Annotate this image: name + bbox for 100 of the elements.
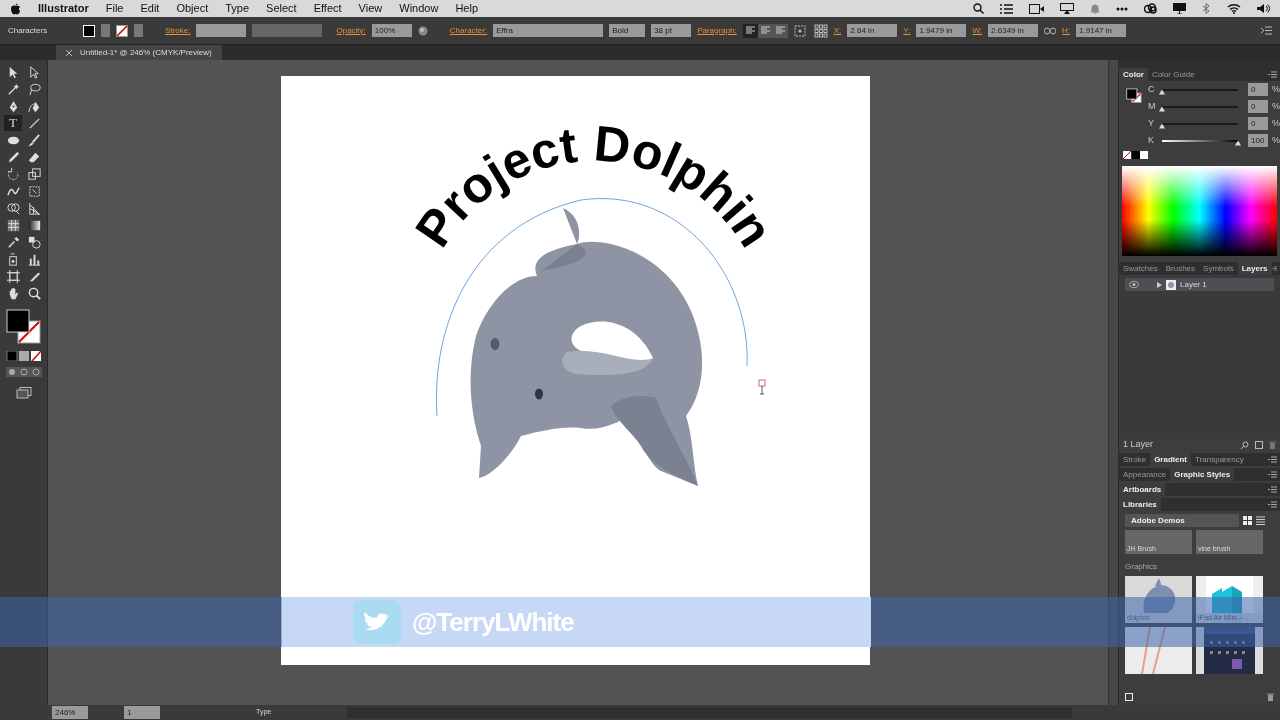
coordinate-field[interactable]: 1.9479 in — [916, 24, 967, 37]
character-label[interactable]: Character: — [449, 24, 488, 37]
color-value-field[interactable]: 100 — [1248, 134, 1268, 147]
coordinate-field[interactable]: 1.9147 in — [1076, 24, 1127, 37]
coordinate-label[interactable]: X: — [833, 24, 842, 37]
panel-tab[interactable]: Brushes — [1161, 262, 1200, 275]
panel-menu-icon[interactable] — [1271, 265, 1277, 272]
library-dropdown[interactable]: Adobe Demos — [1125, 514, 1239, 527]
bluetooth-icon[interactable] — [1202, 3, 1211, 14]
color-value-field[interactable]: 0 — [1248, 100, 1268, 113]
draw-modes-icon[interactable] — [5, 367, 42, 377]
zoom-field[interactable]: 246% — [52, 706, 88, 719]
type-tool-button[interactable]: T — [4, 115, 22, 131]
opacity-field[interactable]: 100% — [371, 24, 412, 37]
search-icon[interactable] — [1241, 441, 1249, 449]
link-proportions-icon[interactable] — [1044, 26, 1057, 35]
panel-tab[interactable]: Transparency — [1191, 453, 1248, 466]
menu-item[interactable]: Select — [266, 0, 297, 17]
close-icon[interactable] — [66, 49, 72, 56]
search-icon[interactable] — [973, 3, 984, 14]
apple-logo-icon[interactable] — [10, 2, 21, 15]
panel-menu-icon[interactable] — [1261, 26, 1272, 35]
color-value-field[interactable]: 0 — [1248, 83, 1268, 96]
scale-tool-button[interactable] — [25, 166, 43, 182]
layer-row[interactable]: Layer 1 — [1125, 278, 1274, 291]
stroke-none-swatch-icon[interactable] — [116, 24, 129, 37]
panel-tab[interactable]: Gradient — [1150, 453, 1192, 466]
fill-stroke-swatches-icon[interactable] — [5, 309, 42, 345]
panel-tab[interactable]: Color — [1119, 68, 1148, 81]
eye-icon[interactable] — [1129, 281, 1139, 288]
menu-item[interactable]: Effect — [313, 0, 342, 17]
fill-swatch-icon[interactable] — [83, 24, 96, 37]
swatch-presets-icon[interactable] — [1123, 151, 1149, 160]
panel-tab[interactable]: Color Guide — [1147, 68, 1199, 81]
fill-dropdown[interactable] — [101, 24, 111, 37]
color-value-field[interactable]: 0 — [1248, 117, 1268, 130]
menu-item[interactable]: Type — [225, 0, 250, 17]
panel-tab[interactable]: Layers — [1237, 262, 1272, 275]
grid-view-icon[interactable] — [1243, 516, 1252, 525]
menu-item[interactable]: Window — [399, 0, 439, 17]
coordinate-label[interactable]: H: — [1062, 24, 1071, 37]
paragraph-label[interactable]: Paragraph: — [697, 24, 737, 37]
color-mode-buttons-icon[interactable] — [5, 351, 42, 361]
stroke-label[interactable]: Stroke: — [165, 24, 191, 37]
panel-tab[interactable]: Symbols — [1199, 262, 1238, 275]
align-button[interactable] — [742, 23, 758, 38]
font-size-field[interactable]: 38 pt — [651, 24, 692, 37]
coordinate-field[interactable]: 2.6349 in — [988, 24, 1039, 37]
panel-menu-icon[interactable] — [1268, 71, 1277, 78]
font-style-field[interactable]: Bold — [609, 24, 646, 37]
font-family-field[interactable]: Effra — [493, 24, 604, 37]
menu-item[interactable]: File — [105, 0, 124, 17]
panel-tab[interactable]: Libraries — [1119, 498, 1161, 511]
reference-point-grid-icon[interactable] — [813, 23, 828, 38]
slider-thumb[interactable] — [1159, 106, 1165, 112]
menu-item[interactable]: Object — [176, 0, 209, 17]
slider-thumb[interactable] — [1235, 140, 1241, 146]
airplay-icon[interactable] — [1060, 3, 1074, 14]
square-icon[interactable] — [1125, 693, 1133, 701]
panel-menu-icon[interactable] — [1268, 501, 1277, 508]
list-view-icon[interactable] — [1256, 516, 1265, 525]
transform-reference-icon[interactable] — [793, 24, 808, 37]
panel-tab[interactable]: Appearance — [1119, 468, 1171, 481]
menu-item[interactable]: Edit — [140, 0, 160, 17]
shape-builder-tool-button[interactable] — [4, 200, 22, 216]
coordinate-field[interactable]: 2.64 in — [847, 24, 898, 37]
opacity-label[interactable]: Opacity: — [336, 24, 366, 37]
page-field[interactable]: 1 — [124, 706, 160, 719]
expand-triangle-icon[interactable] — [1157, 281, 1162, 288]
wifi-icon[interactable] — [1227, 3, 1241, 14]
color-spectrum[interactable] — [1122, 166, 1277, 256]
app-menu[interactable]: Illustrator — [38, 0, 89, 17]
list-icon[interactable] — [1000, 3, 1013, 14]
panel-tab[interactable]: Artboards — [1119, 483, 1166, 496]
layer-thumbnail-icon[interactable] — [1166, 279, 1176, 290]
screen-mode-icon[interactable] — [15, 387, 32, 399]
video-camera-icon[interactable] — [1029, 3, 1044, 14]
slider-thumb[interactable] — [1159, 89, 1165, 95]
stroke-dropdown[interactable] — [134, 24, 144, 37]
new-layer-icon[interactable] — [1255, 441, 1263, 449]
panel-menu-icon[interactable] — [1268, 456, 1277, 463]
slider-thumb[interactable] — [1159, 123, 1165, 129]
recolor-globe-icon[interactable] — [417, 25, 428, 36]
panel-tab[interactable]: Stroke — [1119, 453, 1151, 466]
monitor-icon[interactable] — [1173, 3, 1186, 14]
panel-menu-icon[interactable] — [1268, 486, 1277, 493]
artboard-tool-button[interactable] — [4, 268, 22, 284]
document-tab[interactable]: Untitled-1* @ 246% (CMYK/Preview) — [56, 45, 222, 60]
coordinate-label[interactable]: W: — [972, 24, 983, 37]
stroke-weight-field[interactable] — [196, 24, 247, 37]
menu-item[interactable]: View — [358, 0, 383, 17]
more-dots-icon[interactable] — [1116, 6, 1128, 11]
coordinate-label[interactable]: Y: — [903, 24, 911, 37]
graphic-thumbnail[interactable] — [1125, 627, 1192, 674]
vertical-scrollbar[interactable] — [1108, 60, 1118, 705]
cloud-rings-icon[interactable] — [1144, 3, 1157, 14]
panel-menu-icon[interactable] — [1268, 471, 1277, 478]
trash-icon[interactable] — [1269, 441, 1276, 449]
panel-tab[interactable]: Graphic Styles — [1170, 468, 1235, 481]
menu-item[interactable]: Help — [455, 0, 478, 17]
